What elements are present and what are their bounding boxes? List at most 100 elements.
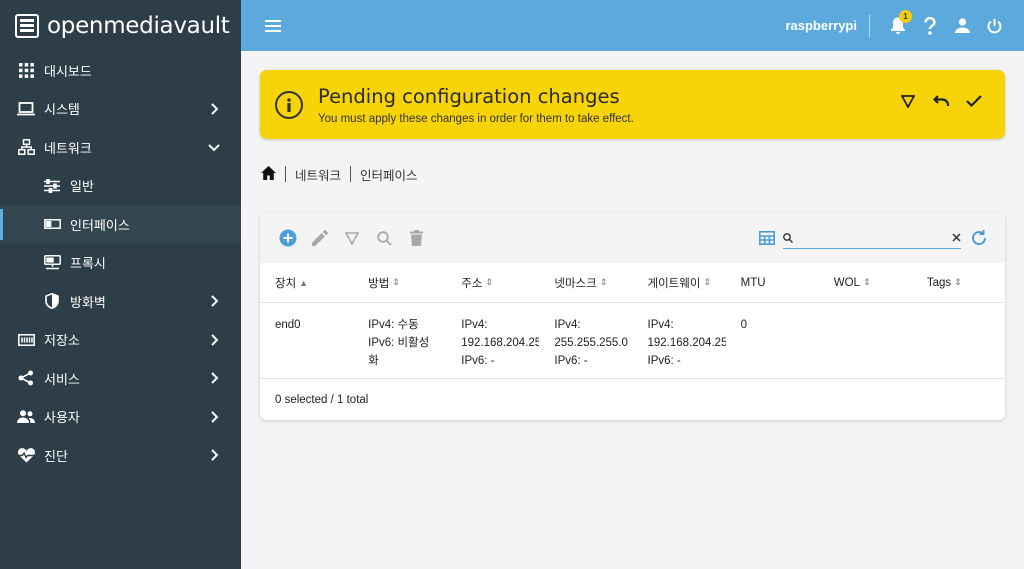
column-header-mtu[interactable]: MTU: [726, 277, 819, 289]
sliders-icon: [42, 177, 62, 195]
sort-icon: ⇕: [599, 277, 608, 287]
search-small-icon: [783, 232, 793, 243]
search-button[interactable]: [374, 228, 394, 248]
search-input[interactable]: [793, 230, 952, 245]
sort-asc-icon: ▲: [299, 277, 309, 288]
chevron-right-icon: [211, 295, 219, 307]
column-header-wol[interactable]: WOL ⇕: [819, 277, 912, 289]
help-icon: [924, 16, 936, 35]
laptop-icon: [16, 100, 36, 118]
sidebar-nav: 대시보드 시스템 네트워크 일반 인터페이스 프록시 방화벽 저장소 서비스 사…: [0, 51, 241, 475]
search-icon: [376, 230, 392, 246]
hostname: raspberrypi: [785, 18, 857, 33]
breadcrumb-interfaces: 인터페이스: [360, 168, 418, 183]
sort-icon: ⇕: [954, 277, 962, 287]
sort-icon: ⇕: [485, 277, 493, 287]
undo-changes-button[interactable]: [930, 90, 952, 112]
interfaces-card: 장치 ▲ 방법 ⇕ 주소 ⇕ 넷마스크 ⇕ 게이트웨이 ⇕ MTU WOL ⇕ Tags ⇕ …: [260, 213, 1005, 420]
info-icon: [275, 90, 303, 119]
sort-icon: ⇕: [392, 277, 400, 287]
sidebar-item-network-interfaces[interactable]: 인터페이스: [0, 205, 241, 244]
refresh-icon: [972, 230, 987, 246]
power-button[interactable]: [982, 14, 1006, 38]
sidebar: openmediavault 대시보드 시스템 네트워크 일반 인터페이스 프록…: [0, 0, 241, 569]
column-header-gateway[interactable]: 게이트웨이 ⇕: [633, 275, 726, 291]
breadcrumb-separator: [285, 166, 286, 182]
column-header-netmask[interactable]: 넷마스크 ⇕: [539, 275, 632, 291]
table-header: 장치 ▲ 방법 ⇕ 주소 ⇕ 넷마스크 ⇕ 게이트웨이 ⇕ MTU WOL ⇕ Tags ⇕: [260, 263, 1005, 303]
breadcrumb: 네트워크 인터페이스: [261, 163, 418, 185]
column-header-address[interactable]: 주소 ⇕: [446, 275, 539, 291]
sidebar-item-system[interactable]: 시스템: [0, 90, 241, 129]
sort-icon: ⇕: [703, 277, 711, 287]
banner-text: Pending configuration changes You must a…: [318, 85, 634, 125]
sidebar-item-network-firewall[interactable]: 방화벽: [0, 282, 241, 321]
network-icon: [16, 138, 36, 156]
breadcrumb-separator: [350, 166, 352, 182]
proxy-icon: [42, 254, 62, 272]
column-header-tags[interactable]: Tags ⇕: [912, 277, 1005, 289]
add-button[interactable]: [278, 228, 298, 248]
chevron-right-icon: [211, 449, 219, 461]
notifications-button[interactable]: 1: [886, 9, 912, 38]
breadcrumb-network[interactable]: 네트워크: [295, 165, 341, 184]
sort-icon: ⇕: [862, 277, 871, 287]
ethernet-icon: [42, 215, 62, 233]
user-icon: [954, 18, 970, 33]
chevron-down-icon: [208, 144, 220, 152]
heartbeat-icon: [16, 446, 36, 464]
trash-icon: [409, 230, 423, 246]
chevron-right-icon: [211, 334, 219, 346]
refresh-button[interactable]: [969, 228, 989, 248]
clear-search-icon[interactable]: [952, 233, 961, 242]
search-field[interactable]: [783, 227, 961, 249]
home-icon[interactable]: [261, 165, 276, 183]
table-footer: 0 selected / 1 total: [275, 393, 369, 406]
banner-subtitle: You must apply these changes in order fo…: [318, 112, 634, 125]
table-row[interactable]: end0 IPv4: 수동 IPv6: 비활성 화 IPv4: 192.168.204…: [260, 303, 1005, 379]
column-header-method[interactable]: 방법 ⇕: [353, 275, 446, 291]
sidebar-item-dashboard[interactable]: 대시보드: [0, 51, 241, 90]
sidebar-item-network-general[interactable]: 일반: [0, 167, 241, 206]
show-changes-button[interactable]: [897, 90, 919, 112]
check-icon: [966, 95, 982, 107]
filter-button[interactable]: [342, 228, 362, 248]
table-toolbar: [260, 213, 1005, 263]
edit-button[interactable]: [310, 228, 330, 248]
sidebar-item-diagnostics[interactable]: 진단: [0, 436, 241, 475]
apply-changes-button[interactable]: [963, 90, 985, 112]
undo-icon: [932, 95, 949, 106]
top-bar: raspberrypi 1: [241, 0, 1024, 51]
cell-device: end0: [275, 319, 301, 331]
user-button[interactable]: [950, 14, 974, 38]
table-columns-icon: [759, 231, 775, 245]
banner-actions: [897, 90, 985, 112]
cell-mtu: 0: [740, 319, 748, 331]
sidebar-item-storage[interactable]: 저장소: [0, 321, 241, 360]
column-header-device[interactable]: 장치 ▲: [260, 275, 353, 291]
dashboard-icon: [16, 61, 36, 79]
delete-button[interactable]: [406, 228, 426, 248]
filter-icon: [901, 94, 915, 108]
cell-gateway: IPv4: 192.168.204.25 IPv6: -: [647, 319, 726, 367]
add-circle-icon: [279, 229, 297, 247]
users-icon: [16, 408, 36, 426]
pencil-icon: [312, 230, 328, 246]
power-icon: [987, 18, 1001, 33]
cell-address: IPv4: 192.168.204.25 IPv6: -: [461, 319, 540, 367]
sidebar-item-network-proxy[interactable]: 프록시: [0, 244, 241, 283]
filter-icon: [345, 231, 359, 245]
sidebar-item-network[interactable]: 네트워크: [0, 128, 241, 167]
sidebar-item-services[interactable]: 서비스: [0, 359, 241, 398]
menu-icon[interactable]: [261, 14, 285, 38]
omv-logo-icon: [15, 13, 39, 38]
sidebar-item-users[interactable]: 사용자: [0, 398, 241, 437]
cell-netmask: IPv4: 255.255.255.0 IPv6: -: [554, 319, 628, 367]
chevron-right-icon: [211, 103, 219, 115]
column-toggle-button[interactable]: [757, 228, 777, 248]
help-button[interactable]: [918, 14, 942, 38]
logo[interactable]: openmediavault: [0, 0, 241, 51]
shield-icon: [42, 292, 62, 310]
cell-method: IPv4: 수동 IPv6: 비활성 화: [368, 319, 430, 367]
banner-title: Pending configuration changes: [318, 84, 620, 108]
